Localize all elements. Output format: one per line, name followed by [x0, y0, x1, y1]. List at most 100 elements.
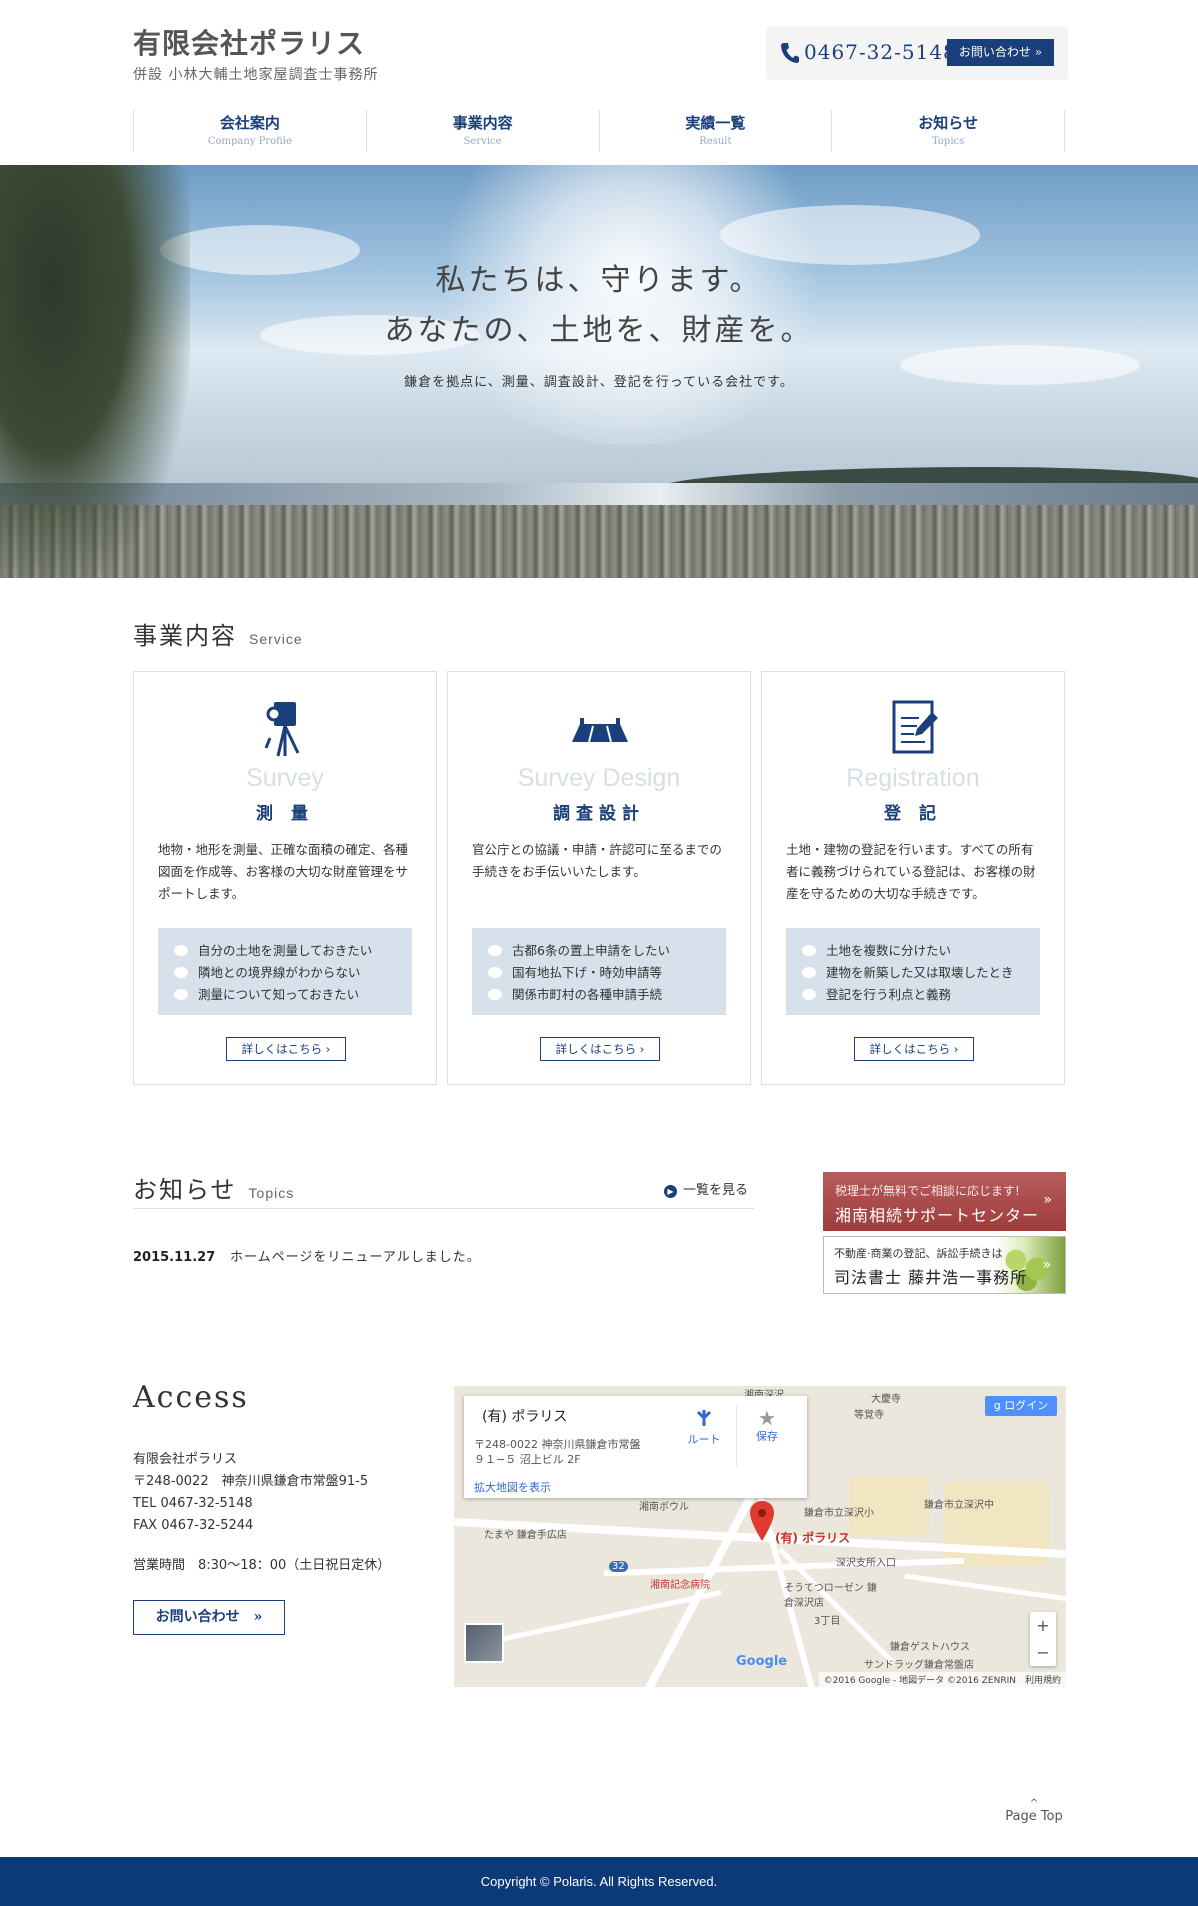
map-label: 大慶寺: [871, 1394, 901, 1405]
map-route-button[interactable]: ルート: [679, 1408, 729, 1447]
service-card-survey: Survey 測 量 地物・地形を測量、正確な面積の確定、各種図面を作成等、お客…: [133, 671, 437, 1085]
nav-item-service[interactable]: 事業内容 Service: [365, 110, 599, 152]
location-pin-icon[interactable]: [750, 1501, 774, 1541]
copyright-text: Copyright © Polaris. All Rights Reserved…: [480, 1874, 718, 1889]
map-label: 鎌倉市立深沢中: [924, 1500, 994, 1511]
nav-item-result[interactable]: 実績一覧 Result: [598, 110, 832, 152]
google-map[interactable]: 湘南深沢 大慶寺 等覚寺 鎌倉市立深沢中 鎌倉市立深沢小 湘南ボウル たまや 鎌…: [454, 1386, 1066, 1687]
news-title: ホームページをリニューアルしました。: [230, 1250, 481, 1265]
map-label: 鎌倉ゲストハウス: [890, 1642, 970, 1653]
card-checklist: 自分の土地を測量しておきたい 隣地との境界線がわからない 測量について知っておき…: [158, 928, 412, 1015]
survey-details-button[interactable]: 詳しくはこちら ›: [226, 1037, 346, 1061]
nav-item-sublabel: Result: [699, 136, 732, 147]
nav-item-company[interactable]: 会社案内 Company Profile: [133, 110, 366, 152]
news-item[interactable]: 2015.11.27 ホームページをリニューアルしました。: [133, 1246, 481, 1265]
list-item: 隣地との境界線がわからない: [172, 962, 412, 984]
directions-icon: [696, 1410, 712, 1426]
map-login-button[interactable]: g ログイン: [985, 1396, 1057, 1416]
page-top-label: Page Top: [1005, 1809, 1063, 1824]
service-title: 事業内容: [133, 622, 237, 650]
service-card-registration: Registration 登 記 土地・建物の登記を行います。すべての所有者に義…: [761, 671, 1065, 1085]
service-subtitle: Service: [249, 631, 303, 647]
news-date: 2015.11.27: [133, 1250, 216, 1265]
double-chevron-right-icon: »: [1043, 1192, 1052, 1208]
list-item: 登記を行う利点と義務: [800, 984, 1040, 1006]
document-edit-icon: [892, 700, 938, 754]
card-title: 測 量: [256, 804, 314, 824]
access-title: Access: [133, 1380, 249, 1415]
map-place-name: (有) ポラリス: [482, 1409, 568, 1425]
map-label: そうてつローゼン 鎌倉深沢店: [784, 1583, 877, 1609]
google-logo: Google: [736, 1654, 788, 1669]
map-zoom-control: + −: [1030, 1612, 1056, 1666]
company-name: 有限会社ポラリス: [133, 27, 366, 60]
banner-title: 司法書士 藤井浩一事務所: [834, 1268, 1028, 1287]
satellite-view-toggle[interactable]: [464, 1623, 504, 1663]
inheritance-support-banner[interactable]: 税理士が無料でご相談に応じます! 湘南相続サポートセンター »: [823, 1172, 1066, 1231]
service-card-survey-design: Survey Design 調査設計 官公庁との協議・申請・許認可に至るまでの手…: [447, 671, 751, 1085]
card-checklist: 古都6条の置上申請をしたい 国有地払下げ・時効申請等 関係市町村の各種申請手続: [472, 928, 726, 1015]
registration-details-button[interactable]: 詳しくはこちら ›: [854, 1037, 974, 1061]
card-title: 調査設計: [553, 804, 645, 824]
map-save-button[interactable]: ★ 保存: [742, 1408, 792, 1444]
page-top-link[interactable]: ^ Page Top: [1003, 1798, 1065, 1824]
map-label: たまや 鎌倉手広店: [484, 1530, 567, 1541]
map-address-line-2: ９１−５ 沼上ビル 2F: [474, 1453, 581, 1466]
map-attribution: ©2016 Google - 地図データ ©2016 ZENRIN 利用規約: [818, 1672, 1066, 1687]
judicial-scrivener-banner[interactable]: 不動産·商業の登記、訴訟手続きは 司法書士 藤井浩一事務所 »: [823, 1236, 1066, 1294]
star-icon: ★: [758, 1406, 776, 1430]
nav-item-topics[interactable]: お知らせ Topics: [831, 110, 1065, 152]
card-description: 地物・地形を測量、正確な面積の確定、各種図面を作成等、お客様の大切な財産管理をサ…: [158, 842, 409, 901]
banner-caption: 不動産·商業の登記、訴訟手続きは: [834, 1247, 1003, 1260]
banner-title: 湘南相続サポートセンター: [835, 1206, 1040, 1225]
map-info-card: (有) ポラリス 〒248-0022 神奈川県鎌倉市常盤 ９１−５ 沼上ビル 2…: [464, 1396, 807, 1498]
service-cards: Survey 測 量 地物・地形を測量、正確な面積の確定、各種図面を作成等、お客…: [133, 671, 1065, 1085]
zoom-in-button[interactable]: +: [1030, 1612, 1056, 1639]
bridge-design-icon: [572, 718, 628, 743]
hero-headline-1: 私たちは、守ります。: [435, 263, 763, 298]
map-label: 湘南ボウル: [639, 1502, 689, 1513]
site-footer: Copyright © Polaris. All Rights Reserved…: [0, 1857, 1198, 1906]
route-number-badge: 32: [609, 1561, 628, 1572]
company-subtitle: 併設 小林大輔土地家屋調査士事務所: [133, 67, 379, 83]
map-label: 鎌倉市立深沢小: [804, 1508, 874, 1519]
view-all-label: 一覧を見る: [683, 1183, 749, 1198]
map-address-line-1: 〒248-0022 神奈川県鎌倉市常盤: [474, 1438, 641, 1451]
card-description: 官公庁との協議・申請・許認可に至るまでの手続きをお手伝いいたします。: [472, 842, 722, 879]
service-section-title: 事業内容 Service: [133, 616, 303, 651]
hero-headline-2: あなたの、土地を、財産を。: [384, 313, 814, 348]
nav-item-sublabel: Service: [463, 136, 502, 147]
list-item: 土地を複数に分けたい: [800, 940, 1040, 962]
map-label: 深沢支所入口: [836, 1558, 896, 1569]
map-label: 3丁目: [814, 1616, 841, 1627]
route-label: ルート: [687, 1433, 721, 1446]
view-all-topics-link[interactable]: ▶ 一覧を見る: [664, 1179, 748, 1198]
zoom-out-button[interactable]: −: [1030, 1639, 1056, 1666]
site-logo[interactable]: 有限会社ポラリス 併設 小林大輔土地家屋調査士事務所: [133, 22, 378, 84]
map-road: [904, 1573, 1066, 1604]
header-inquiry-button[interactable]: お問い合わせ »: [947, 39, 1054, 66]
map-pin-label: (有) ポラリス: [775, 1531, 851, 1545]
header-phone-number[interactable]: 0467-32-5148: [804, 40, 957, 64]
double-chevron-right-icon: »: [1042, 1257, 1051, 1273]
login-label: ログイン: [1004, 1399, 1049, 1412]
hero-image: 私たちは、守ります。 あなたの、土地を、財産を。 鎌倉を拠点に、測量、調査設計、…: [0, 165, 1198, 578]
access-address: 〒248-0022 神奈川県鎌倉市常盤91-5: [133, 1474, 369, 1489]
survey-design-details-button[interactable]: 詳しくはこちら ›: [540, 1037, 660, 1061]
topics-subtitle: Topics: [248, 1185, 295, 1201]
nav-item-label: 会社案内: [219, 114, 280, 132]
list-item: 建物を新築した又は取壊したとき: [800, 962, 1040, 984]
phone-icon: [781, 43, 799, 63]
map-label: サンドラッグ鎌倉常盤店: [864, 1660, 974, 1671]
main-nav: 会社案内 Company Profile 事業内容 Service 実績一覧 R…: [133, 110, 1065, 152]
list-item: 測量について知っておきたい: [172, 984, 412, 1006]
access-company-name: 有限会社ポラリス: [133, 1452, 238, 1467]
business-hours: 営業時間 8:30〜18：00（土日祝日定休）: [133, 1558, 391, 1573]
access-inquiry-button[interactable]: お問い合わせ »: [133, 1600, 285, 1635]
arrow-right-circle-icon: ▶: [664, 1185, 677, 1198]
access-tel: TEL 0467-32-5148: [133, 1496, 253, 1511]
card-title: 登 記: [884, 804, 942, 824]
map-enlarge-link[interactable]: 拡大地図を表示: [474, 1479, 551, 1495]
card-english-title: Registration: [846, 764, 980, 792]
nav-item-sublabel: Company Profile: [207, 136, 292, 147]
